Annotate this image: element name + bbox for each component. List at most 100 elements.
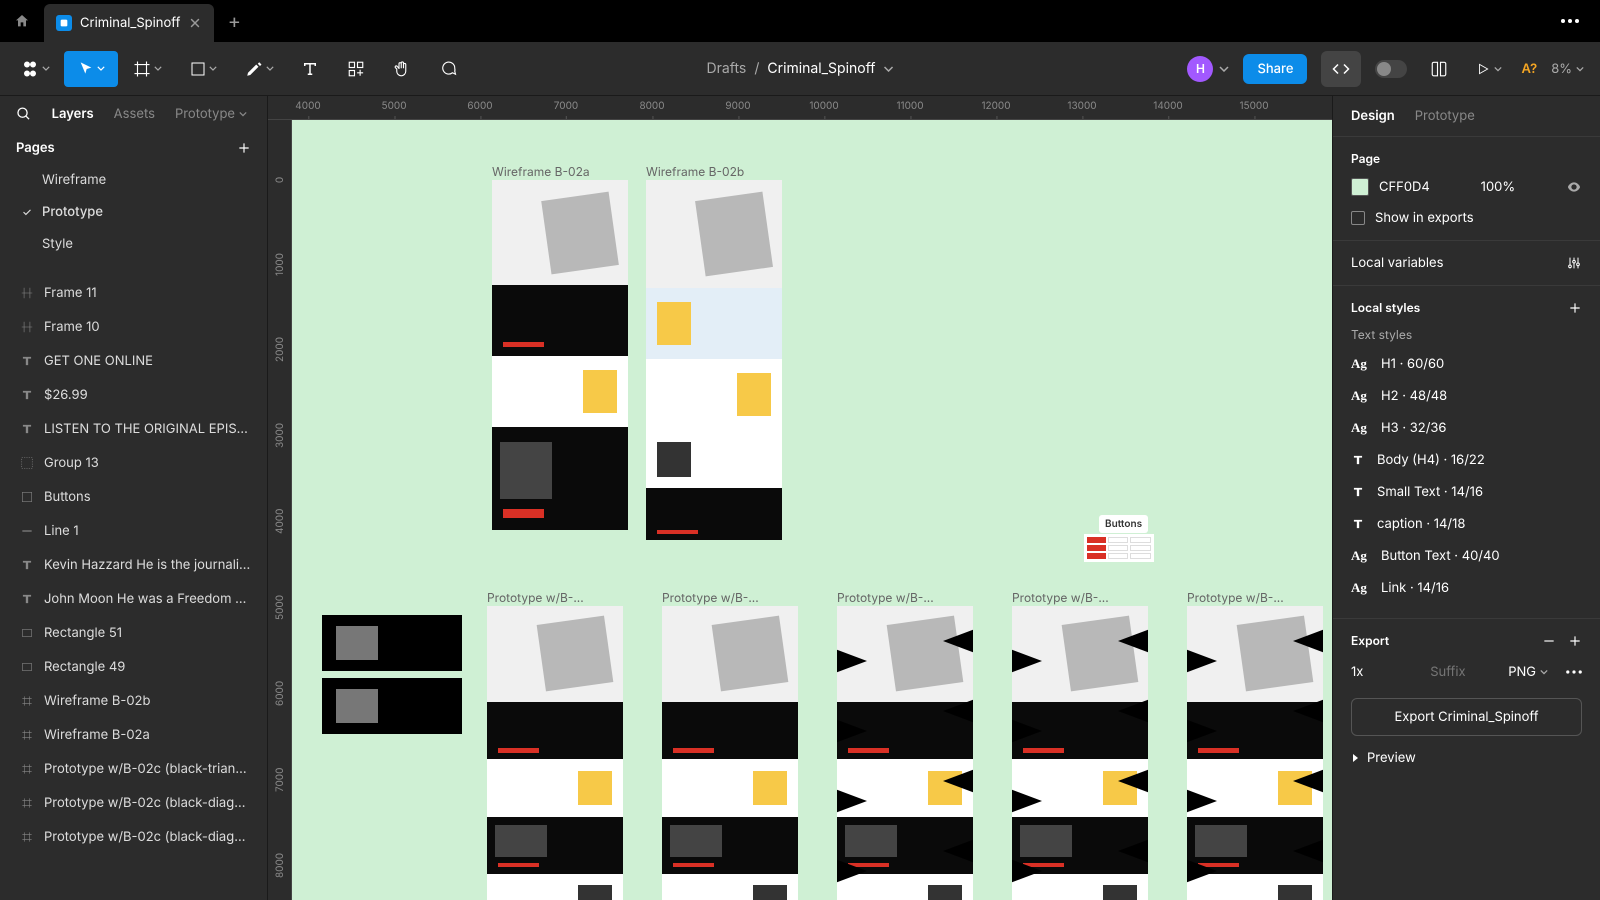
frame-wireframe-b[interactable]: [646, 180, 782, 540]
page-bg-swatch[interactable]: [1351, 178, 1369, 196]
frame-tool[interactable]: [120, 51, 174, 87]
canvas[interactable]: Wireframe B-02a Wireframe B-02b Buttons …: [268, 96, 1332, 900]
add-export-icon[interactable]: [1568, 634, 1582, 648]
frame-prototype[interactable]: [837, 606, 973, 900]
page-item[interactable]: Wireframe: [0, 164, 267, 196]
export-scale[interactable]: 1x: [1351, 664, 1363, 680]
search-icon[interactable]: [16, 106, 32, 122]
frame-label[interactable]: Prototype w/B-...: [487, 590, 584, 605]
export-more-icon[interactable]: [1566, 670, 1582, 674]
zoom-control[interactable]: 8%: [1551, 61, 1592, 77]
share-button[interactable]: Share: [1243, 54, 1307, 84]
frame-prototype[interactable]: [487, 606, 623, 900]
frame-prototype[interactable]: [1012, 606, 1148, 900]
prototype-tab-left[interactable]: Prototype: [175, 106, 247, 122]
layer-item[interactable]: Prototype w/B-02c (black-diagon...: [0, 820, 267, 854]
add-page-icon[interactable]: [237, 141, 251, 155]
pen-tool[interactable]: [232, 51, 286, 87]
export-button[interactable]: Export Criminal_Spinoff: [1351, 698, 1582, 736]
frame-small-2[interactable]: [322, 678, 462, 734]
frame-label[interactable]: Prototype w/B-...: [837, 590, 934, 605]
design-tab[interactable]: Design: [1351, 108, 1395, 124]
shape-tool[interactable]: [176, 51, 230, 87]
comment-tool[interactable]: [426, 51, 470, 87]
settings-icon[interactable]: [1566, 255, 1582, 271]
missing-fonts-button[interactable]: A?: [1521, 61, 1537, 77]
frame-small-1[interactable]: [322, 615, 462, 671]
frame-label[interactable]: Prototype w/B-...: [1012, 590, 1109, 605]
remove-export-icon[interactable]: [1542, 634, 1556, 648]
local-styles-section: Local styles Text styles AgH1 · 60/60AgH…: [1333, 286, 1600, 619]
frame-wireframe-a[interactable]: [492, 180, 628, 530]
hand-tool[interactable]: [380, 51, 424, 87]
layer-item[interactable]: GET ONE ONLINE: [0, 344, 267, 378]
export-format-select[interactable]: PNG: [1500, 660, 1556, 684]
page-item[interactable]: Prototype: [0, 196, 267, 228]
show-in-exports-row[interactable]: Show in exports: [1351, 210, 1582, 226]
frame-label-buttons[interactable]: Buttons: [1099, 515, 1148, 533]
assets-tab[interactable]: Assets: [114, 106, 155, 122]
frame-prototype[interactable]: [662, 606, 798, 900]
move-tool[interactable]: [64, 51, 118, 87]
ruler-vertical: 010002000300040005000600070008000: [268, 120, 292, 900]
layer-item[interactable]: Prototype w/B-02c (black-triangle): [0, 752, 267, 786]
main-menu-button[interactable]: [1550, 0, 1590, 42]
library-button[interactable]: [1421, 51, 1457, 87]
page-bg-row[interactable]: CFF0D4 100%: [1351, 178, 1582, 196]
layer-item[interactable]: Rectangle 49: [0, 650, 267, 684]
text-style-item[interactable]: AgH2 · 48/48: [1351, 380, 1582, 412]
text-style-item[interactable]: Small Text · 14/16: [1351, 476, 1582, 508]
dev-mode-toggle[interactable]: [1375, 60, 1407, 78]
frame-label[interactable]: Prototype w/B-...: [662, 590, 759, 605]
breadcrumb-project[interactable]: Criminal_Spinoff: [767, 60, 875, 77]
show-in-exports-checkbox[interactable]: [1351, 211, 1365, 225]
layer-item[interactable]: Line 1: [0, 514, 267, 548]
local-variables-section[interactable]: Local variables: [1333, 241, 1600, 286]
layer-item[interactable]: Wireframe B-02b: [0, 684, 267, 718]
visibility-icon[interactable]: [1566, 179, 1582, 195]
layer-item[interactable]: Buttons: [0, 480, 267, 514]
layer-item[interactable]: John Moon He was a Freedom Ho...: [0, 582, 267, 616]
layer-item[interactable]: Wireframe B-02a: [0, 718, 267, 752]
pages-header[interactable]: Pages: [0, 132, 267, 164]
layer-item[interactable]: Frame 11: [0, 276, 267, 310]
new-tab-button[interactable]: +: [214, 0, 254, 42]
present-button[interactable]: [1471, 51, 1507, 87]
preview-toggle[interactable]: Preview: [1351, 750, 1582, 766]
breadcrumb-location[interactable]: Drafts: [707, 60, 747, 77]
export-suffix-input[interactable]: [1430, 664, 1490, 680]
text-style-item[interactable]: caption · 14/18: [1351, 508, 1582, 540]
text-style-item[interactable]: Body (H4) · 16/22: [1351, 444, 1582, 476]
layer-item[interactable]: LISTEN TO THE ORIGINAL EPISO...: [0, 412, 267, 446]
user-menu[interactable]: H: [1187, 56, 1229, 82]
text-style-item[interactable]: AgH3 · 32/36: [1351, 412, 1582, 444]
layer-item[interactable]: $26.99: [0, 378, 267, 412]
prototype-tab-right[interactable]: Prototype: [1415, 108, 1475, 124]
file-tab[interactable]: Criminal_Spinoff: [44, 4, 214, 42]
page-bg-opacity[interactable]: 100%: [1481, 179, 1515, 195]
frame-buttons[interactable]: [1084, 534, 1154, 562]
add-style-icon[interactable]: [1568, 301, 1582, 315]
frame-label[interactable]: Prototype w/B-...: [1187, 590, 1284, 605]
main-menu-tool[interactable]: [8, 51, 62, 87]
text-tool[interactable]: [288, 51, 332, 87]
frame-label[interactable]: Wireframe B-02b: [646, 164, 744, 179]
close-tab-icon[interactable]: [188, 16, 202, 30]
text-style-item[interactable]: AgButton Text · 40/40: [1351, 540, 1582, 572]
text-style-item[interactable]: AgH1 · 60/60: [1351, 348, 1582, 380]
page-item[interactable]: Style: [0, 228, 267, 260]
chevron-down-icon[interactable]: [883, 66, 893, 72]
layer-item[interactable]: Frame 10: [0, 310, 267, 344]
layer-item[interactable]: Kevin Hazzard He is the journalist ...: [0, 548, 267, 582]
dev-mode-button[interactable]: [1321, 51, 1361, 87]
layer-item[interactable]: Prototype w/B-02c (black-diagon...: [0, 786, 267, 820]
layer-item[interactable]: Group 13: [0, 446, 267, 480]
home-button[interactable]: [0, 0, 44, 42]
layers-tab[interactable]: Layers: [52, 106, 94, 122]
frame-prototype[interactable]: [1187, 606, 1323, 900]
frame-label[interactable]: Wireframe B-02a: [492, 164, 590, 179]
text-style-item[interactable]: AgLink · 14/16: [1351, 572, 1582, 604]
layer-item[interactable]: Rectangle 51: [0, 616, 267, 650]
page-bg-hex[interactable]: CFF0D4: [1379, 179, 1430, 195]
resources-tool[interactable]: [334, 51, 378, 87]
